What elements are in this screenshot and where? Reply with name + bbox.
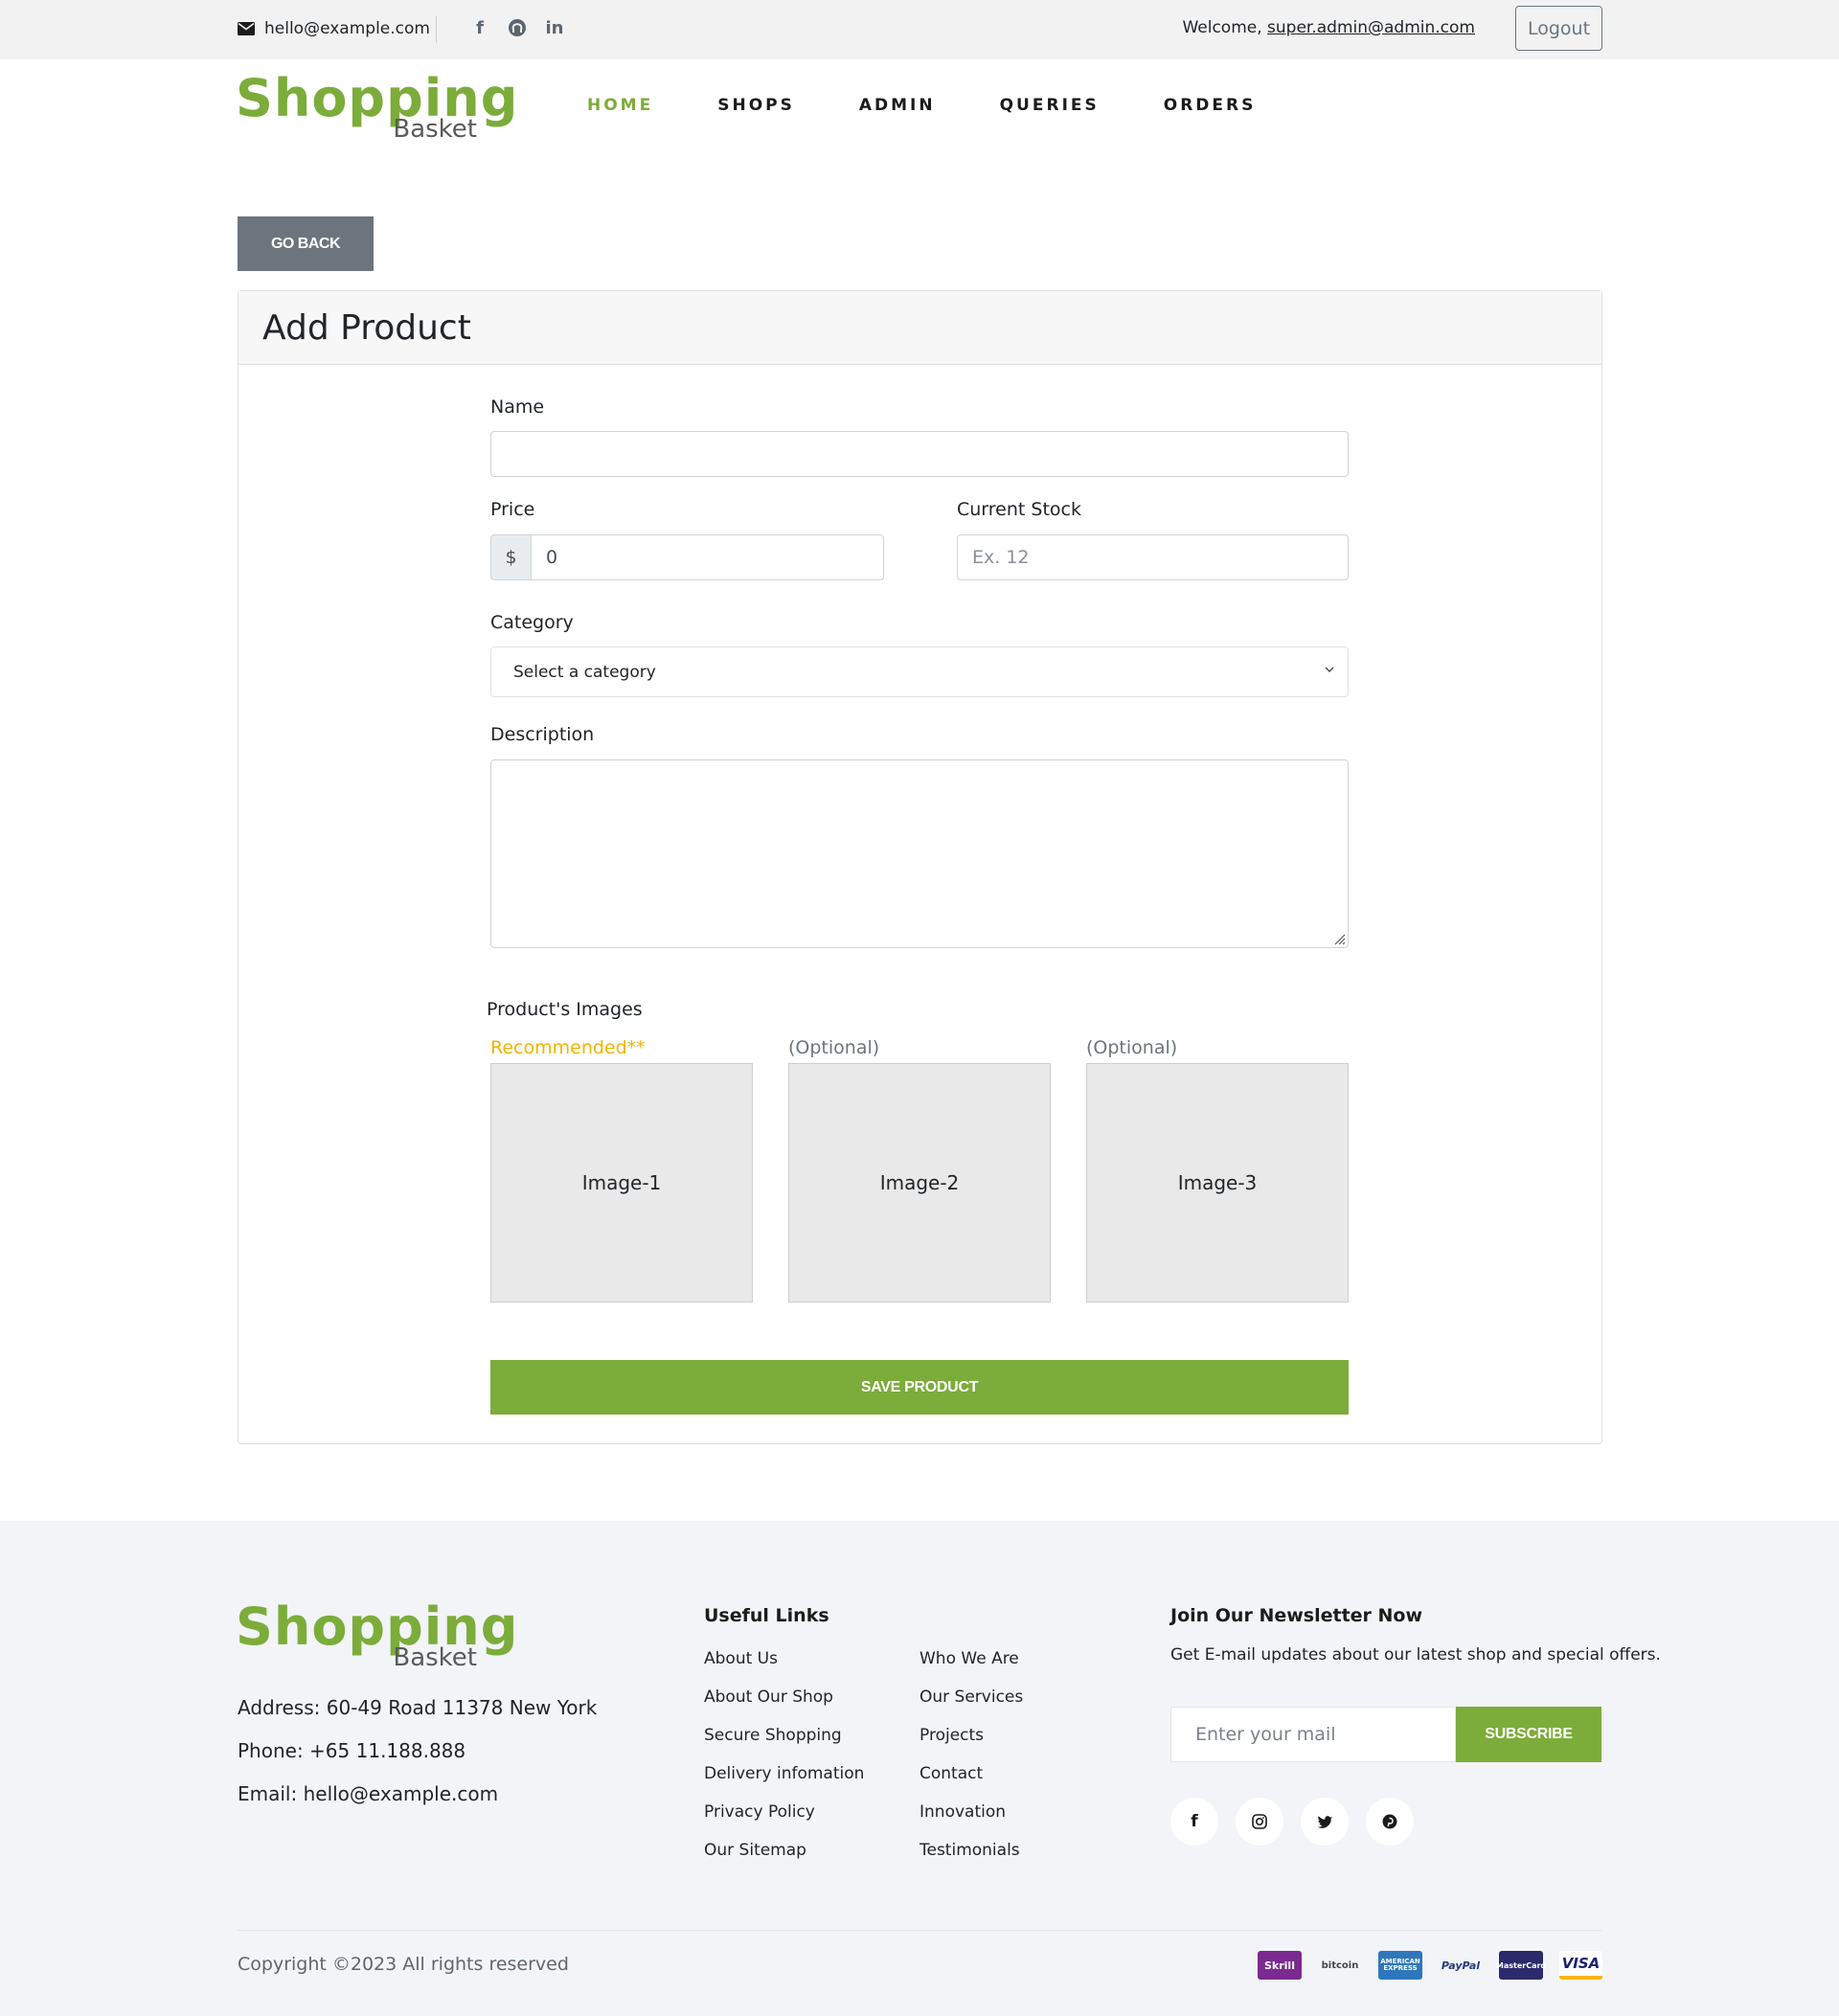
facebook-icon[interactable]: f [1170, 1798, 1218, 1846]
copyright-text: Copyright ©2023 All rights reserved [238, 1954, 569, 1975]
category-selected-value: Select a category [513, 662, 656, 682]
newsletter-description: Get E-mail updates about our latest shop… [1170, 1645, 1661, 1665]
image-1-tag: Recommended** [490, 1037, 646, 1058]
footer-link-delivery[interactable]: Delivery infomation [704, 1764, 864, 1783]
save-product-button[interactable]: SAVE PRODUCT [490, 1360, 1349, 1415]
page-title: Add Product [262, 307, 471, 348]
header-logo[interactable]: Shopping Basket [236, 73, 517, 146]
contact-email[interactable]: hello@example.com [238, 19, 430, 38]
stock-input[interactable] [957, 534, 1349, 580]
footer-phone: Phone: +65 11.188.888 [238, 1739, 466, 1762]
logout-button[interactable]: Logout [1515, 6, 1602, 51]
skrill-icon: Skrill [1258, 1951, 1302, 1980]
footer-link-about-shop[interactable]: About Our Shop [704, 1688, 833, 1707]
footer-link-privacy[interactable]: Privacy Policy [704, 1802, 815, 1822]
linkedin-icon[interactable]: in [544, 17, 565, 38]
description-label: Description [490, 724, 595, 745]
name-label: Name [490, 396, 545, 418]
instagram-icon[interactable] [1236, 1798, 1283, 1846]
footer-link-sitemap[interactable]: Our Sitemap [704, 1841, 806, 1860]
paypal-icon: PayPal [1441, 1959, 1481, 1972]
contact-email-text: hello@example.com [264, 19, 430, 38]
chevron-down-icon [1325, 667, 1334, 672]
footer-address: Address: 60-49 Road 11378 New York [238, 1696, 598, 1719]
price-input[interactable] [531, 534, 884, 580]
bitcoin-icon: bitcoin [1321, 1959, 1359, 1971]
nav-shops[interactable]: SHOPS [717, 96, 795, 115]
price-currency-addon: $ [490, 534, 532, 580]
footer-link-projects[interactable]: Projects [920, 1726, 984, 1745]
facebook-icon[interactable]: f [469, 17, 490, 38]
useful-links-title: Useful Links [704, 1605, 829, 1626]
mastercard-icon: MasterCard [1496, 1951, 1546, 1980]
name-input[interactable] [490, 431, 1349, 477]
footer-divider [238, 1930, 1601, 1931]
welcome-prefix: Welcome, [1182, 18, 1268, 37]
visa-icon: VISA [1559, 1951, 1602, 1980]
image-2-tag: (Optional) [788, 1037, 880, 1058]
subscribe-button[interactable]: SUBSCRIBE [1456, 1707, 1601, 1762]
newsletter-title: Join Our Newsletter Now [1170, 1605, 1423, 1626]
image-upload-1[interactable]: Image-1 [490, 1063, 753, 1302]
footer-link-innovation[interactable]: Innovation [920, 1802, 1006, 1822]
github-icon[interactable] [507, 17, 528, 38]
category-label: Category [490, 612, 574, 633]
footer-link-contact[interactable]: Contact [920, 1764, 983, 1783]
price-label: Price [490, 499, 535, 520]
footer-email: Email: hello@example.com [238, 1782, 499, 1805]
nav-orders[interactable]: ORDERS [1164, 96, 1257, 115]
footer-link-who-we-are[interactable]: Who We Are [920, 1649, 1019, 1668]
footer-link-testimonials[interactable]: Testimonials [920, 1841, 1020, 1860]
images-label: Product's Images [487, 999, 643, 1020]
nav-admin[interactable]: ADMIN [859, 96, 936, 115]
description-textarea[interactable] [490, 759, 1349, 948]
stock-label: Current Stock [957, 499, 1081, 520]
resize-grip-icon[interactable] [1332, 932, 1346, 945]
footer-logo-basket: Basket [393, 1643, 477, 1672]
top-social-links: f in [469, 17, 565, 38]
logo-basket: Basket [393, 115, 477, 144]
amex-icon: AMERICAN EXPRESS [1378, 1951, 1422, 1980]
twitter-icon[interactable] [1301, 1798, 1349, 1846]
card-header: Add Product [238, 291, 1601, 365]
nav-queries[interactable]: QUERIES [1000, 96, 1100, 115]
footer-link-services[interactable]: Our Services [920, 1688, 1023, 1707]
pinterest-icon[interactable] [1366, 1798, 1414, 1846]
footer-logo[interactable]: Shopping Basket [236, 1601, 517, 1674]
newsletter-email-input[interactable] [1170, 1707, 1456, 1762]
go-back-button[interactable]: GO BACK [238, 216, 374, 271]
category-select[interactable]: Select a category [490, 646, 1349, 697]
nav-home[interactable]: HOME [587, 96, 653, 115]
image-3-tag: (Optional) [1086, 1037, 1178, 1058]
welcome-text: Welcome, super.admin@admin.com [1182, 18, 1475, 37]
footer-link-about-us[interactable]: About Us [704, 1649, 778, 1668]
image-upload-3[interactable]: Image-3 [1086, 1063, 1349, 1302]
footer-link-secure-shopping[interactable]: Secure Shopping [704, 1726, 842, 1745]
user-email-link[interactable]: super.admin@admin.com [1267, 18, 1475, 37]
main-nav: HOME SHOPS ADMIN QUERIES ORDERS [587, 96, 1320, 115]
divider [436, 16, 437, 43]
top-bar: hello@example.com f in Welcome, super.ad… [0, 0, 1839, 59]
envelope-icon [238, 22, 255, 35]
image-upload-2[interactable]: Image-2 [788, 1063, 1051, 1302]
